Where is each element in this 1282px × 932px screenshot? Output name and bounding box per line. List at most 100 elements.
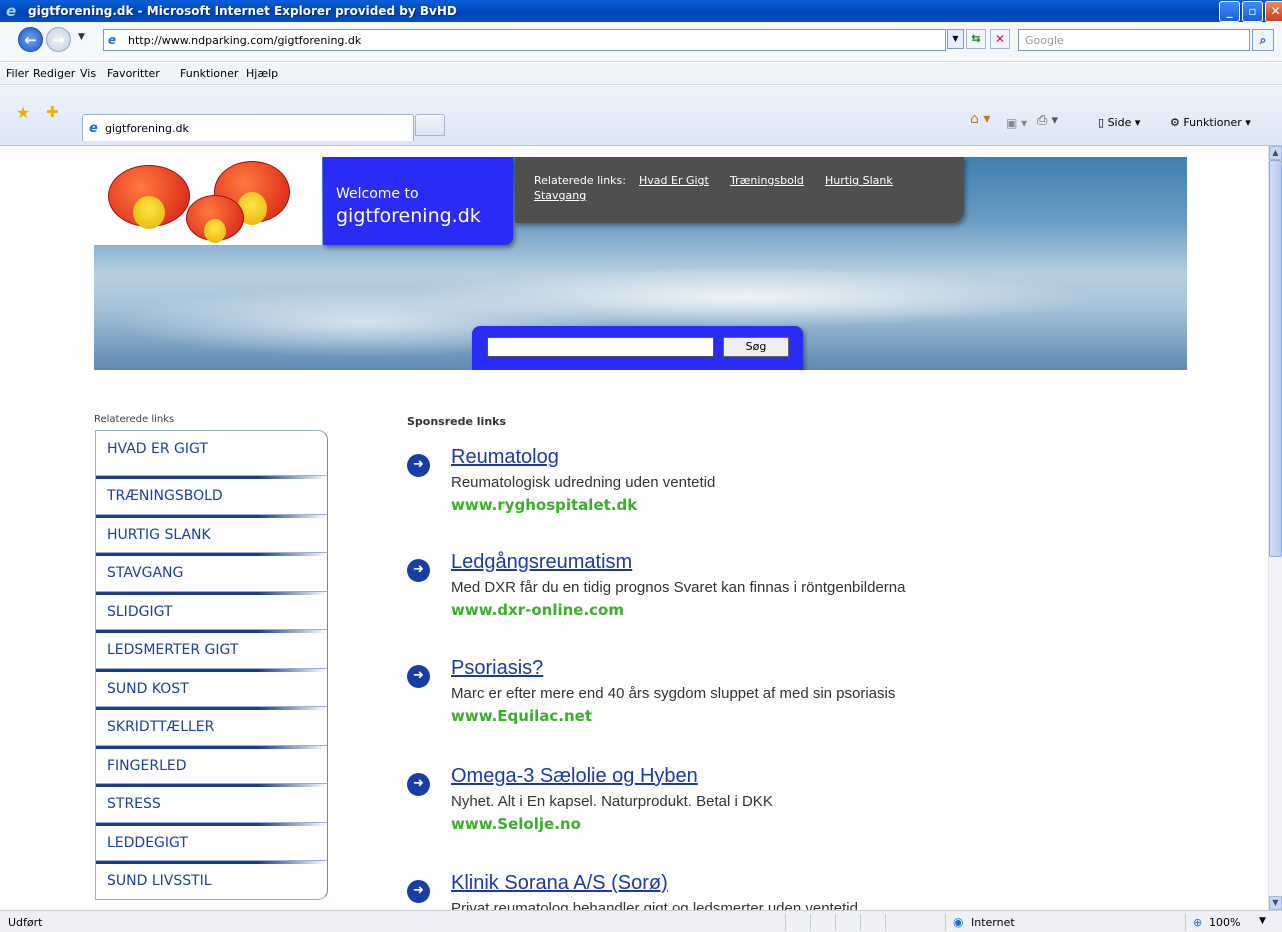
minimize-button[interactable]: _ [1219, 1, 1240, 22]
tools-menu-label: Funktioner [1183, 116, 1242, 129]
favorites-center-icon[interactable]: ★ [16, 103, 30, 122]
sidebar-item-traeningsbold[interactable]: TRÆNINGSBOLD [95, 476, 328, 515]
sidebar-item-sund-kost[interactable]: SUND KOST [95, 668, 328, 707]
ad-url[interactable]: www.Selolje.no [451, 815, 581, 833]
arrow-right-icon[interactable]: ➜ [407, 665, 430, 688]
ladybug-logo [94, 157, 322, 245]
scroll-up-icon[interactable]: ▲ [1269, 146, 1282, 160]
history-dropdown-icon[interactable]: ▼ [78, 32, 85, 42]
related-link-hurtig-slank[interactable]: Hurtig Slank [825, 174, 893, 187]
menu-bar: Filer Rediger Vis Favoritter Funktioner … [0, 63, 1282, 85]
ad-url[interactable]: www.ryghospitalet.dk [451, 496, 637, 514]
sidebar-item-hvad-er-gigt[interactable]: HVAD ER GIGT [95, 430, 328, 476]
sidebar-item-skridttaeller[interactable]: SKRIDTTÆLLER [95, 707, 328, 746]
hero-banner: Welcome to gigtforening.dk Relaterede li… [94, 157, 1187, 370]
zoom-dropdown-icon[interactable]: ▼ [1259, 916, 1266, 926]
page-menu-button[interactable]: ▯ Side ▾ [1098, 116, 1140, 129]
ad-url[interactable]: www.Equilac.net [451, 707, 592, 725]
ad-description: Privat reumatolog behandler gigt og leds… [451, 900, 858, 910]
sidebar-item-stavgang[interactable]: STAVGANG [95, 553, 328, 592]
related-link-stavgang[interactable]: Stavgang [534, 189, 586, 202]
url-dropdown-button[interactable]: ▼ [947, 29, 964, 49]
sidebar-item-sund-livsstil[interactable]: SUND LIVSSTIL [95, 861, 328, 900]
address-bar: ← → ▼ e http://www.ndparking.com/gigtfor… [0, 22, 1282, 62]
menu-favorites[interactable]: Favoritter [107, 67, 160, 80]
scroll-down-icon[interactable]: ▼ [1269, 896, 1282, 910]
zoom-level[interactable]: 100% [1209, 916, 1240, 929]
gear-icon: ⚙ [1170, 116, 1184, 129]
sidebar-item-label: HURTIG SLANK [107, 526, 211, 543]
site-search-input[interactable] [487, 337, 714, 357]
browser-window: e gigtforening.dk - Microsoft Internet E… [0, 0, 1282, 932]
menu-edit[interactable]: Rediger [33, 67, 75, 80]
search-button[interactable]: Søg [723, 337, 789, 357]
vertical-scrollbar[interactable]: ▲ ▼ [1268, 146, 1282, 910]
tab-bar: ★ ✚ e gigtforening.dk ⌂ ▾ ▣ ▾ ⎙ ▾ ▯ Side… [0, 86, 1282, 146]
ad-headline[interactable]: Reumatolog [451, 446, 559, 469]
sidebar-item-label: STAVGANG [107, 565, 184, 581]
page-content: Welcome to gigtforening.dk Relaterede li… [0, 146, 1268, 910]
search-icon[interactable]: ⌕ [1252, 29, 1274, 51]
stop-button[interactable]: ✕ [990, 29, 1010, 49]
menu-file[interactable]: Filer [6, 67, 29, 80]
sidebar-item-label: SLIDGIGT [107, 603, 173, 620]
menu-help[interactable]: Hjælp [246, 67, 278, 80]
sidebar-item-leddegigt[interactable]: LEDDEGIGT [95, 822, 328, 861]
menu-tools[interactable]: Funktioner [180, 67, 238, 80]
related-links-label: Relaterede links: [534, 174, 626, 187]
feeds-icon[interactable]: ▣ ▾ [1006, 116, 1027, 130]
arrow-right-icon[interactable]: ➜ [407, 559, 430, 582]
ad-headline[interactable]: Ledgångsreumatism [451, 551, 632, 574]
sidebar-item-label: SUND LIVSSTIL [107, 873, 212, 889]
window-title: gigtforening.dk - Microsoft Internet Exp… [28, 4, 457, 18]
sidebar-item-label: STRESS [107, 796, 161, 812]
sidebar-item-fingerled[interactable]: FINGERLED [95, 745, 328, 784]
add-favorite-icon[interactable]: ✚ [46, 103, 59, 121]
status-text: Udført [8, 916, 43, 929]
refresh-button[interactable]: ⇆ [966, 29, 986, 49]
menu-view[interactable]: Vis [80, 67, 96, 80]
sidebar-item-ledsmerter-gigt[interactable]: LEDSMERTER GIGT [95, 630, 328, 669]
ad-headline[interactable]: Psoriasis? [451, 657, 543, 680]
ad-description: Marc er efter mere end 40 års sygdom slu… [451, 685, 896, 702]
page-icon: e [108, 33, 117, 47]
sidebar-nav: HVAD ER GIGT TRÆNINGSBOLD HURTIG SLANK S… [95, 430, 328, 900]
sidebar-item-slidgigt[interactable]: SLIDGIGT [95, 591, 328, 630]
page-menu-label: Side [1107, 116, 1132, 129]
new-tab-button[interactable] [415, 114, 445, 136]
related-link-traeningsbold[interactable]: Træningsbold [730, 174, 804, 187]
arrow-right-icon[interactable]: ➜ [407, 454, 430, 477]
arrow-right-icon[interactable]: ➜ [407, 880, 430, 903]
ad-description: Reumatologisk udredning uden ventetid [451, 474, 716, 491]
tab-current[interactable]: e gigtforening.dk [82, 114, 414, 141]
url-field[interactable]: e http://www.ndparking.com/gigtforening.… [103, 29, 946, 51]
sidebar-item-label: FINGERLED [107, 757, 187, 774]
tools-menu-button[interactable]: ⚙ Funktioner ▾ [1170, 116, 1251, 129]
title-bar: e gigtforening.dk - Microsoft Internet E… [0, 0, 1282, 22]
print-icon[interactable]: ⎙ ▾ [1037, 113, 1058, 128]
ad-headline[interactable]: Omega-3 Sælolie og Hyben [451, 765, 698, 788]
search-input[interactable]: Google [1018, 29, 1250, 51]
scroll-thumb[interactable] [1269, 160, 1282, 557]
welcome-line1: Welcome to [336, 186, 419, 202]
back-button[interactable]: ← [18, 27, 43, 52]
zoom-icon[interactable]: ⊕ [1193, 916, 1202, 929]
ad-headline[interactable]: Klinik Sorana A/S (Sorø) [451, 872, 668, 895]
ie-logo-icon: e [6, 2, 17, 20]
url-text: http://www.ndparking.com/gigtforening.dk [128, 34, 362, 47]
sidebar-item-stress[interactable]: STRESS [95, 784, 328, 823]
globe-icon: ◉ [953, 915, 964, 929]
sidebar-item-label: TRÆNINGSBOLD [107, 488, 223, 504]
home-icon[interactable]: ⌂ ▾ [970, 111, 990, 127]
sponsored-title: Sponsrede links [407, 415, 507, 428]
arrow-right-icon[interactable]: ➜ [407, 773, 430, 796]
ad-description: Nyhet. Alt i En kapsel. Naturprodukt. Be… [451, 793, 773, 810]
tab-label: gigtforening.dk [105, 122, 189, 135]
related-link-hvad-er-gigt[interactable]: Hvad Er Gigt [639, 174, 709, 187]
close-button[interactable]: ✕ [1265, 1, 1282, 22]
ad-url[interactable]: www.dxr-online.com [451, 601, 624, 619]
maximize-button[interactable]: ▫ [1242, 1, 1263, 22]
sidebar-item-hurtig-slank[interactable]: HURTIG SLANK [95, 514, 328, 553]
forward-button[interactable]: → [46, 27, 71, 52]
sidebar-item-label: LEDSMERTER GIGT [107, 642, 239, 658]
